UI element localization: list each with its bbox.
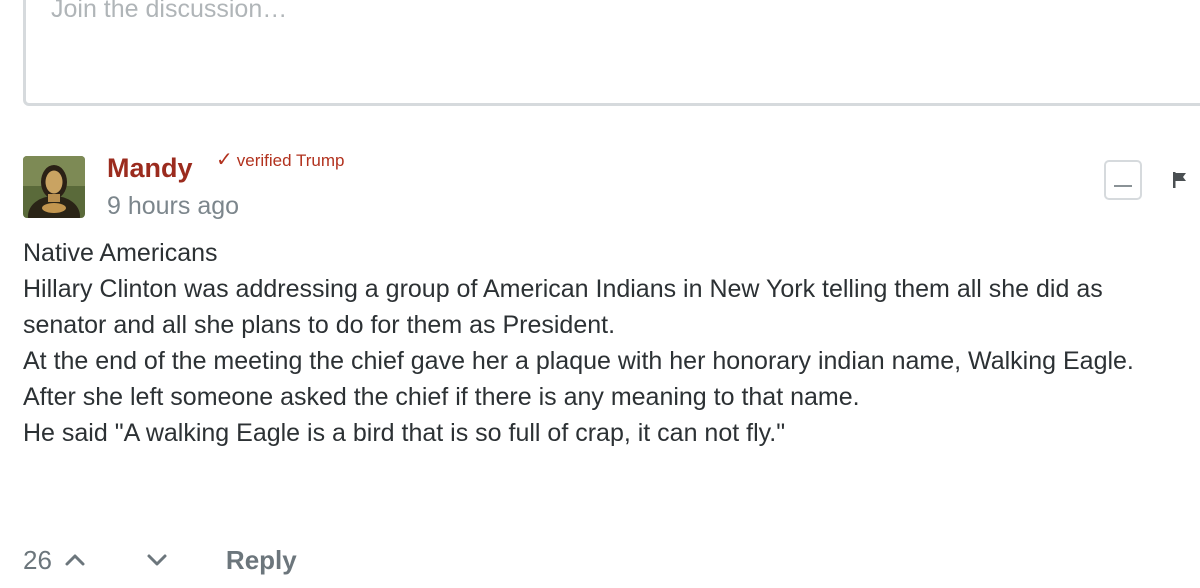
comment-footer: 26 Reply (23, 540, 297, 580)
check-icon: ✓ (216, 149, 233, 171)
comment-composer[interactable]: Join the discussion… (23, 0, 1200, 106)
flag-icon (1173, 172, 1186, 188)
comment-line: After she left someone asked the chief i… (23, 383, 860, 411)
upvote-button[interactable] (62, 547, 88, 573)
comment-body: Native Americans Hillary Clinton was add… (23, 235, 1183, 451)
avatar[interactable] (23, 156, 85, 218)
flag-button[interactable] (1170, 170, 1190, 190)
vote-count: 26 (23, 544, 52, 575)
comment-line: At the end of the meeting the chief gave… (23, 347, 1134, 375)
comment-line: Hillary Clinton was addressing a group o… (23, 275, 1103, 339)
verified-badge: ✓ verified Trump (216, 148, 344, 173)
comment-line: He said "A walking Eagle is a bird that … (23, 419, 786, 447)
composer-placeholder: Join the discussion… (51, 0, 288, 23)
chevron-down-icon (147, 554, 167, 566)
badge-label: verified Trump (236, 151, 345, 170)
mona-lisa-avatar-icon (23, 156, 85, 218)
reply-button[interactable]: Reply (226, 545, 297, 576)
chevron-up-icon (65, 554, 85, 566)
comment-line: Native Americans (23, 239, 218, 267)
minus-icon (1114, 185, 1132, 187)
author-name[interactable]: Mandy (107, 150, 193, 186)
comment-timestamp[interactable]: 9 hours ago (107, 191, 239, 221)
disqus-thread: Join the discussion… Mandy ✓ verified Tru… (0, 0, 1200, 588)
collapse-button[interactable] (1104, 160, 1142, 200)
downvote-button[interactable] (144, 547, 170, 573)
